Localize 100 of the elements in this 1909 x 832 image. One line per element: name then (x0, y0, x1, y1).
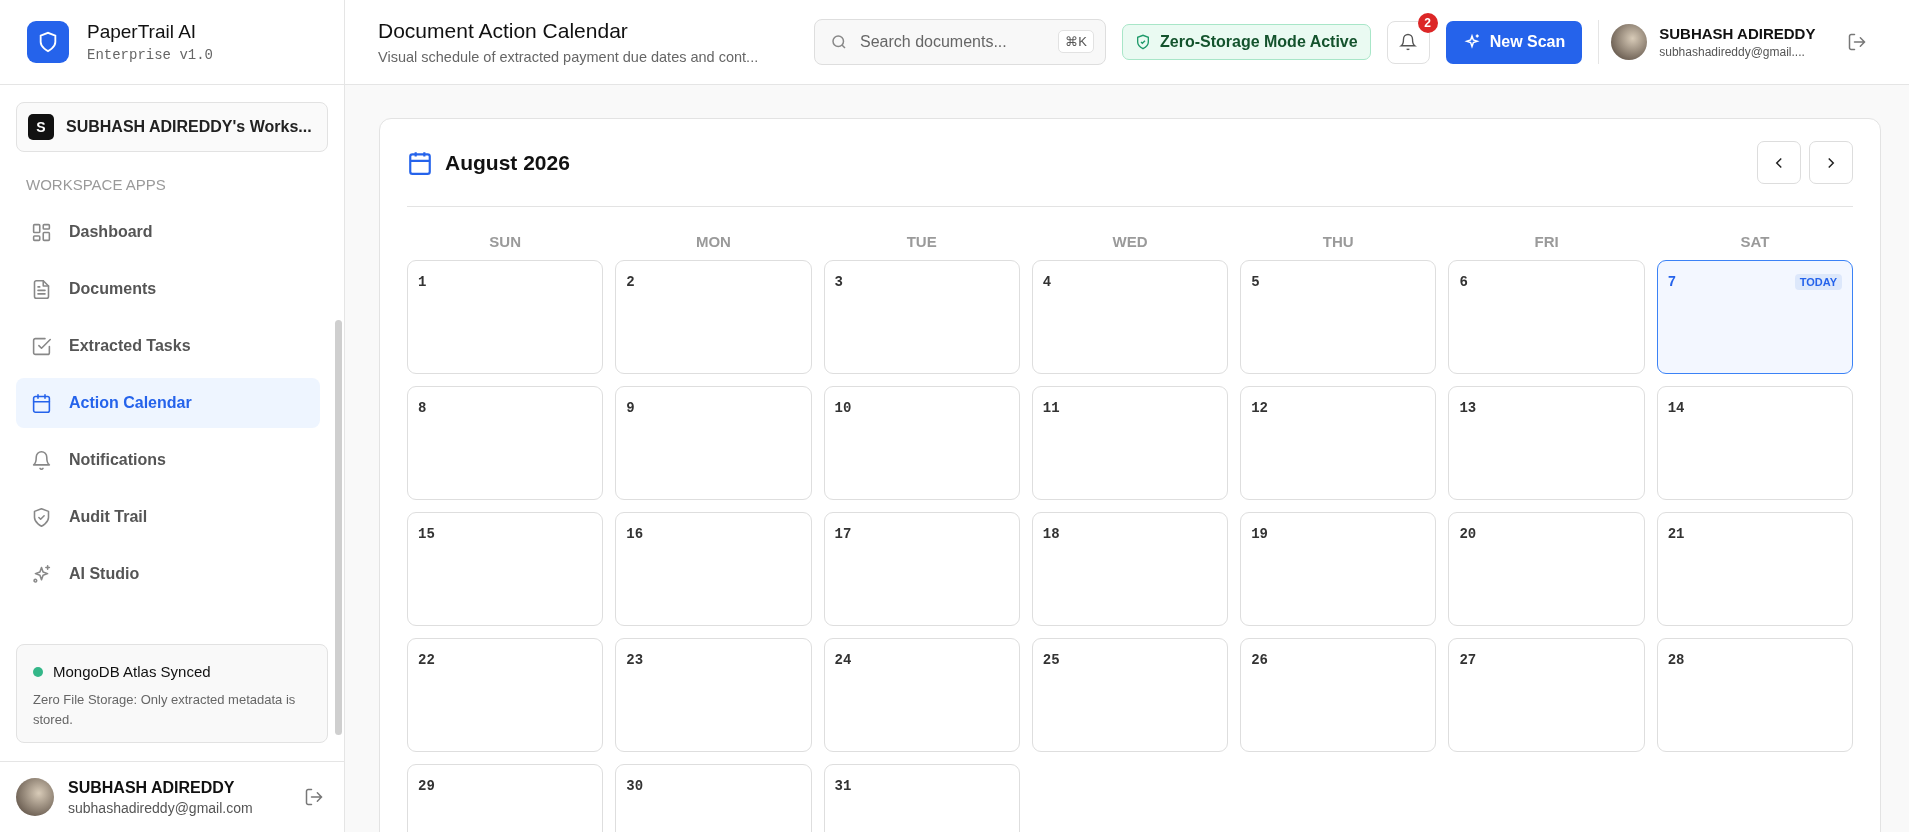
sidebar-item[interactable]: Audit Trail (16, 492, 320, 542)
user-email: subhashadireddy@gmail.com (68, 799, 254, 816)
day-number: 16 (626, 526, 644, 542)
shield-logo-icon (27, 21, 69, 63)
day-cell[interactable]: 30 (615, 764, 812, 832)
day-cell[interactable]: 17 (823, 512, 1020, 626)
section-title: WORKSPACE APPS (25, 176, 167, 195)
day-number: 30 (626, 778, 644, 794)
day-cell[interactable]: 16 (615, 512, 812, 626)
day-number: 31 (834, 778, 852, 794)
scrollbar[interactable] (335, 320, 342, 735)
sidebar-item[interactable]: Action Calendar (16, 378, 320, 428)
day-cell[interactable]: 3 (823, 260, 1020, 374)
workspace-initial: S (28, 114, 54, 140)
day-cell[interactable]: 31 (823, 764, 1020, 832)
sidebar-item[interactable]: Dashboard (16, 207, 320, 257)
notification-count: 2 (1417, 12, 1438, 33)
today-badge: TODAY (1794, 274, 1842, 290)
month-title: August 2026 (445, 150, 571, 175)
sidebar-item[interactable]: AI Studio (16, 549, 320, 599)
new-scan-button[interactable]: New Scan (1445, 20, 1583, 64)
day-number: 22 (418, 652, 435, 668)
sparkle-icon (31, 563, 52, 585)
app-name: PaperTrail AI (87, 21, 198, 43)
weekday-label: MON (694, 233, 732, 250)
user-name: SUBHASH ADIREDDY (68, 778, 236, 797)
weekday-label: SUN (488, 233, 522, 250)
day-cell[interactable]: 15 (407, 512, 604, 626)
day-number: 26 (1251, 652, 1268, 668)
day-number: 7 (1667, 274, 1677, 290)
day-cell[interactable]: 6 (1448, 260, 1645, 374)
user-name: SUBHASH ADIREDDY (1659, 25, 1817, 42)
day-number: 11 (1042, 400, 1060, 416)
day-number: 27 (1459, 652, 1477, 668)
sidebar-item[interactable]: Notifications (16, 435, 320, 485)
day-number: 21 (1667, 526, 1685, 542)
day-cell[interactable]: 10 (823, 386, 1020, 500)
day-cell[interactable]: 22 (407, 638, 604, 752)
weekday-label: WED (1111, 233, 1149, 250)
page-subtitle: Visual schedule of extracted payment due dates and cont... (378, 49, 760, 65)
avatar (16, 778, 54, 816)
day-number: 28 (1667, 652, 1685, 668)
day-number: 2 (626, 274, 635, 290)
day-cell[interactable]: 12 (1240, 386, 1437, 500)
day-cell[interactable]: 11 (1031, 386, 1229, 500)
day-number: 25 (1042, 652, 1060, 668)
day-cell[interactable]: 7 TODAY (1656, 260, 1853, 374)
day-cell[interactable]: 1 (407, 260, 604, 374)
weekday-label: SAT (1739, 233, 1771, 250)
day-number: 23 (626, 652, 644, 668)
sidebar-item[interactable]: Extracted Tasks (16, 321, 320, 371)
day-number: 12 (1251, 400, 1268, 416)
day-cell[interactable]: 4 (1031, 260, 1229, 374)
day-cell[interactable]: 26 (1240, 638, 1437, 752)
day-number: 8 (418, 400, 427, 416)
status-title: MongoDB Atlas Synced (53, 663, 211, 680)
day-cell[interactable]: 23 (615, 638, 812, 752)
calendar-icon (407, 149, 433, 176)
day-cell[interactable]: 21 (1656, 512, 1853, 626)
notifications-button[interactable] (1386, 20, 1430, 64)
day-cell[interactable]: 27 (1448, 638, 1645, 752)
page-title: Document Action Calendar (378, 19, 629, 43)
day-cell[interactable]: 29 (407, 764, 604, 832)
day-number: 10 (834, 400, 852, 416)
day-number: 4 (1042, 274, 1052, 290)
calendar-icon (31, 392, 52, 414)
day-cell[interactable]: 8 (407, 386, 604, 500)
bell-icon (1399, 33, 1418, 51)
avatar (1611, 24, 1648, 60)
day-cell[interactable]: 24 (823, 638, 1020, 752)
day-number: 5 (1251, 274, 1260, 290)
grid-icon (31, 221, 52, 243)
checkbox-icon (31, 335, 52, 357)
search-icon (830, 33, 848, 51)
day-cell[interactable]: 5 (1240, 260, 1437, 374)
day-cell[interactable]: 20 (1448, 512, 1645, 626)
user-email: subhashadireddy@gmail.... (1659, 45, 1806, 59)
day-cell[interactable]: 25 (1031, 638, 1229, 752)
day-number: 18 (1042, 526, 1060, 542)
day-cell[interactable]: 9 (615, 386, 812, 500)
status-note: Zero File Storage: Only extracted metadata is stored. (33, 691, 297, 729)
day-cell[interactable]: 2 (615, 260, 812, 374)
day-cell[interactable]: 13 (1448, 386, 1645, 500)
day-number: 14 (1667, 400, 1685, 416)
day-cell[interactable]: 19 (1240, 512, 1437, 626)
day-number: 20 (1459, 526, 1477, 542)
day-number: 24 (834, 652, 852, 668)
day-number: 9 (626, 400, 635, 416)
document-icon (31, 278, 52, 300)
sidebar-item[interactable]: Documents (16, 264, 320, 314)
day-number: 17 (834, 526, 852, 542)
day-number: 19 (1251, 526, 1268, 542)
day-number: 15 (418, 526, 435, 542)
weekday-label: FRI (1533, 233, 1560, 250)
shortcut-key: ⌘K (1058, 30, 1094, 53)
workspace-switcher[interactable]: S SUBHASH ADIREDDY's Works... (16, 102, 328, 152)
day-cell[interactable]: 18 (1031, 512, 1229, 626)
day-number: 29 (418, 778, 435, 794)
day-cell[interactable]: 14 (1656, 386, 1853, 500)
day-cell[interactable]: 28 (1656, 638, 1853, 752)
